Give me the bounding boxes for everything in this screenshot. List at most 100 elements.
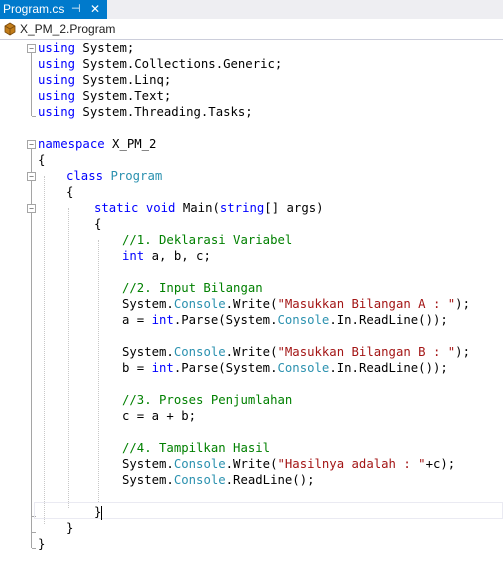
indent-guide: [68, 208, 69, 508]
code-token: .Write(: [225, 345, 278, 359]
keyword: class: [66, 169, 104, 183]
code-line: using System.Collections.Generic;: [38, 56, 282, 72]
code-line: System.Console.Write("Masukkan Bilangan …: [122, 296, 470, 312]
close-icon[interactable]: ✕: [90, 0, 100, 19]
document-tab-bar: Program.cs ⊣ ✕: [0, 0, 503, 19]
current-line-highlight: [34, 502, 503, 519]
keyword: using: [38, 105, 76, 119]
code-token: }: [66, 521, 74, 535]
string-literal: "Masukkan Bilangan A : ": [277, 297, 456, 311]
string-literal: "Hasilnya adalah : ": [277, 457, 426, 471]
code-line: System.Console.ReadLine();: [122, 472, 315, 488]
code-token: {: [38, 153, 46, 167]
code-token: System.: [122, 345, 174, 359]
type-name: Console: [277, 361, 330, 375]
code-line: {: [66, 184, 73, 200]
code-line: //2. Input Bilangan: [122, 280, 263, 296]
code-line: a = int.Parse(System.Console.In.ReadLine…: [122, 312, 448, 328]
comment: //3. Proses Penjumlahan: [122, 393, 293, 407]
code-token: System;: [75, 41, 135, 55]
collapse-icon[interactable]: −: [27, 140, 36, 149]
code-token: System.Text;: [75, 89, 172, 103]
keyword: void: [145, 201, 176, 215]
collapse-icon[interactable]: −: [27, 172, 36, 181]
code-line: b = int.Parse(System.Console.In.ReadLine…: [122, 360, 448, 376]
code-token: );: [455, 345, 470, 359]
code-token: System.Linq;: [75, 73, 172, 87]
outline-end: [32, 548, 36, 549]
code-token: .Parse(System.: [173, 313, 278, 327]
type-name: Console: [173, 297, 226, 311]
code-token: .In.ReadLine());: [329, 313, 448, 327]
class-icon: [3, 22, 17, 36]
code-line: {: [94, 216, 101, 232]
code-token: .ReadLine();: [225, 473, 315, 487]
code-line: }: [38, 536, 45, 552]
outline-end: [32, 116, 36, 117]
code-line: }: [66, 520, 73, 536]
type-name: Console: [173, 473, 226, 487]
pin-icon[interactable]: ⊣: [71, 0, 81, 19]
code-line: System.Console.Write("Hasilnya adalah : …: [122, 456, 455, 472]
code-token: .Parse(System.: [173, 361, 278, 375]
code-line: {: [38, 152, 45, 168]
code-token: );: [455, 297, 470, 311]
keyword: int: [151, 361, 174, 375]
code-token: X_PM_2: [104, 137, 157, 151]
tab-filename: Program.cs: [3, 2, 65, 16]
code-line: //4. Tampilkan Hasil: [122, 440, 270, 456]
keyword: using: [38, 89, 76, 103]
code-token: }: [38, 537, 46, 551]
code-token: System.: [122, 473, 174, 487]
code-token: b =: [122, 361, 152, 375]
breadcrumb[interactable]: X_PM_2.Program: [20, 19, 115, 39]
code-editor[interactable]: − − − − using System; using System.Colle…: [0, 40, 503, 587]
type-name: Console: [173, 345, 226, 359]
navigation-bar[interactable]: X_PM_2.Program: [0, 19, 503, 40]
code-token: {: [66, 185, 74, 199]
string-literal: "Masukkan Bilangan B : ": [277, 345, 456, 359]
code-token: {: [94, 217, 102, 231]
tab-program-cs[interactable]: Program.cs ⊣ ✕: [0, 0, 107, 19]
indent-guide: [44, 176, 45, 524]
outline-end: [32, 532, 36, 533]
comment: //1. Deklarasi Variabel: [122, 233, 293, 247]
code-line: using System;: [38, 40, 134, 56]
keyword: using: [38, 41, 76, 55]
code-token: .In.ReadLine());: [329, 361, 448, 375]
code-line: int a, b, c;: [122, 248, 211, 264]
type-name: Console: [173, 457, 226, 471]
code-token: .Write(: [225, 297, 278, 311]
type-name: Console: [277, 313, 330, 327]
code-line: //3. Proses Penjumlahan: [122, 392, 292, 408]
code-token: System.: [122, 457, 174, 471]
code-token: System.: [122, 297, 174, 311]
keyword: string: [219, 201, 265, 215]
code-line: }: [94, 504, 103, 520]
keyword: static: [94, 201, 139, 215]
collapse-icon[interactable]: −: [27, 44, 36, 53]
code-line: using System.Linq;: [38, 72, 171, 88]
type-name: Program: [110, 169, 163, 183]
comment: //2. Input Bilangan: [122, 281, 263, 295]
code-line: namespace X_PM_2: [38, 136, 156, 152]
code-line: //1. Deklarasi Variabel: [122, 232, 292, 248]
code-token: }: [94, 505, 102, 519]
code-token: a =: [122, 313, 152, 327]
code-token: System.Collections.Generic;: [75, 57, 283, 71]
comment: //4. Tampilkan Hasil: [122, 441, 271, 455]
keyword: namespace: [38, 137, 105, 151]
code-token: a, b, c;: [144, 249, 211, 263]
code-token: [] args): [264, 201, 324, 215]
code-line: c = a + b;: [122, 408, 196, 424]
code-line: System.Console.Write("Masukkan Bilangan …: [122, 344, 470, 360]
code-token: c = a + b;: [122, 409, 197, 423]
selection-margin[interactable]: [0, 40, 17, 587]
outline-ruler-using: [31, 48, 32, 116]
code-token: Main(: [175, 201, 220, 215]
code-line: using System.Threading.Tasks;: [38, 104, 253, 120]
collapse-icon[interactable]: −: [27, 204, 36, 213]
keyword: int: [151, 313, 174, 327]
keyword: using: [38, 73, 76, 87]
